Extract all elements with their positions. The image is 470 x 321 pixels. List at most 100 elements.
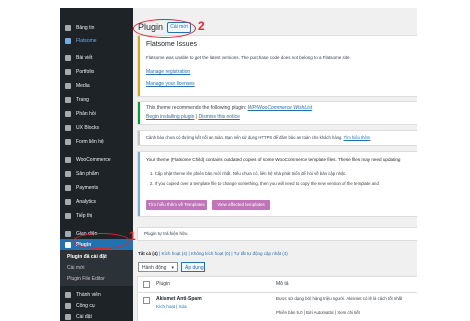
sidebar-item-ux-blocks[interactable]: UX Blocks bbox=[60, 122, 133, 133]
https-warning-notice: Cảnh báo chưa có đường kết nối an toàn. … bbox=[138, 131, 417, 145]
recommend-text: This theme recommends the following plug… bbox=[146, 105, 247, 111]
submenu-installed-plugins[interactable]: Plugin đã cài đặt bbox=[67, 254, 107, 260]
select-all-checkbox[interactable] bbox=[143, 281, 150, 288]
row-checkbox[interactable] bbox=[143, 297, 150, 304]
notice-title: Flatsome Issues bbox=[146, 41, 197, 48]
plugin-submenu: Plugin đã cài đặt Cài mới Plugin File Ed… bbox=[60, 250, 133, 286]
header-divider bbox=[138, 292, 417, 293]
sidebar-item-label: Media bbox=[76, 82, 90, 89]
sidebar-item-woocommerce[interactable]: WooCommerce bbox=[60, 154, 133, 165]
sidebar-item-label: Trang bbox=[76, 96, 89, 103]
sidebar-item-label: Bảng tin bbox=[76, 24, 95, 31]
plugin-description: Được sử dụng bởi hàng triệu người. Akism… bbox=[276, 296, 403, 301]
sidebar-item-products[interactable]: Sản phẩm bbox=[60, 168, 133, 179]
sidebar-item-marketing[interactable]: Tiếp thị bbox=[60, 210, 133, 221]
sidebar-item-label: Tiếp thị bbox=[76, 212, 93, 219]
sidebar-item-portfolio[interactable]: Portfolio bbox=[60, 66, 133, 77]
recommended-plugin-link[interactable]: WP/WooCommerce WishList bbox=[248, 105, 312, 111]
products-icon bbox=[65, 170, 71, 177]
plugin-info-bar: Plugin tự trả hiện hữu bbox=[138, 228, 417, 240]
comments-icon bbox=[65, 110, 71, 117]
appearance-icon bbox=[65, 230, 71, 237]
plugin-icon bbox=[65, 241, 71, 248]
sidebar-item-label: Phản hồi bbox=[76, 110, 96, 117]
sidebar-item-label: WooCommerce bbox=[76, 156, 111, 163]
media-icon bbox=[65, 82, 71, 89]
sidebar-item-dashboard[interactable]: Bảng tin bbox=[60, 22, 133, 33]
main-content: Plugin Cài mới Flatsome Issues Flatsome … bbox=[133, 8, 417, 321]
column-header-plugin: Plugin bbox=[156, 281, 170, 287]
outdated-templates-notice: Your theme (Flatsome Child) contains out… bbox=[138, 152, 417, 216]
annotation-number-1: 1 bbox=[129, 229, 136, 243]
sidebar-item-label: Portfolio bbox=[76, 68, 95, 75]
sidebar-item-users[interactable]: Thành viên bbox=[60, 289, 133, 300]
sidebar-item-contact-form[interactable]: Form liên hệ bbox=[60, 136, 133, 147]
tools-icon bbox=[65, 302, 71, 309]
learn-templates-button[interactable]: Tìm hiểu thêm về Templates bbox=[146, 200, 207, 210]
sidebar-item-payments[interactable]: Payments bbox=[60, 182, 133, 193]
sidebar-item-label: Form liên hệ bbox=[76, 138, 104, 145]
column-header-description: Mô tả bbox=[276, 281, 289, 287]
recommend-plugin-notice: This theme recommends the following plug… bbox=[138, 102, 417, 124]
pages-icon bbox=[65, 96, 71, 103]
sidebar-item-media[interactable]: Media bbox=[60, 80, 133, 91]
submenu-plugin-file-editor[interactable]: Plugin File Editor bbox=[67, 276, 105, 282]
link-separator: | bbox=[195, 114, 198, 120]
blocks-icon bbox=[65, 124, 71, 131]
plugin-row-actions[interactable]: Kích hoạt | Xóa bbox=[156, 304, 187, 309]
analytics-icon bbox=[65, 198, 71, 205]
annotation-number-2: 2 bbox=[198, 19, 205, 33]
sidebar-item-label: Sản phẩm bbox=[76, 170, 99, 177]
users-icon bbox=[65, 291, 71, 298]
admin-sidebar: Bảng tin Flatsome Bài viết Portfolio Med… bbox=[60, 8, 133, 321]
sidebar-item-flatsome[interactable]: Flatsome bbox=[60, 35, 133, 46]
flatsome-icon bbox=[65, 37, 71, 44]
sidebar-item-pages[interactable]: Trang bbox=[60, 94, 133, 105]
plugins-table: Plugin Mô tả Akismet Anti-Spam Kích hoạt… bbox=[138, 277, 417, 321]
woocommerce-icon bbox=[65, 156, 71, 163]
plugin-name: Akismet Anti-Spam bbox=[156, 296, 202, 302]
sidebar-item-analytics[interactable]: Analytics bbox=[60, 196, 133, 207]
filter-inactive[interactable]: Không kích hoạt (0) bbox=[191, 251, 230, 256]
contact-form-icon bbox=[65, 138, 71, 145]
view-affected-templates-button[interactable]: View affected templates bbox=[212, 200, 270, 210]
apply-bulk-button[interactable]: Áp dụng bbox=[181, 262, 205, 272]
templates-step-2: 2. If you copied over a template file to… bbox=[150, 181, 379, 186]
notice-text: Flatsome was unable to get the latest ve… bbox=[146, 55, 351, 60]
begin-installing-link[interactable]: Begin installing plugin bbox=[146, 114, 194, 120]
bulk-action-select[interactable]: Hành động ▾ bbox=[138, 262, 178, 272]
sidebar-item-label: Flatsome bbox=[76, 37, 97, 44]
flatsome-issues-notice: Flatsome Issues Flatsome was unable to g… bbox=[138, 36, 417, 96]
sidebar-item-comments[interactable]: Phản hồi bbox=[60, 108, 133, 119]
sidebar-item-label: Payments bbox=[76, 184, 99, 191]
annotation-circle-add-new bbox=[133, 19, 196, 38]
filter-autoupdate[interactable]: Tự tắt tự động cập nhật (4) bbox=[234, 251, 288, 256]
dashboard-icon bbox=[65, 24, 71, 31]
dismiss-notice-link[interactable]: Dismiss this notice bbox=[198, 114, 239, 120]
wp-admin-window: Bảng tin Flatsome Bài viết Portfolio Med… bbox=[60, 8, 417, 321]
templates-step-1: 1. Cập nhật theme lên phiên bản mới nhất… bbox=[150, 171, 346, 176]
portfolio-icon bbox=[65, 68, 71, 75]
sidebar-item-label: Cài đặt bbox=[76, 313, 92, 320]
filter-all[interactable]: Tất cả (4) bbox=[138, 251, 158, 256]
apply-label: Áp dụng bbox=[185, 265, 204, 271]
plugin-info-text: Plugin tự trả hiện hữu bbox=[144, 231, 188, 236]
settings-icon bbox=[65, 313, 71, 320]
sidebar-item-label: Thành viên bbox=[76, 291, 101, 298]
https-warning-text: Cảnh báo chưa có đường kết nối an toàn. … bbox=[146, 135, 343, 140]
sidebar-item-label: UX Blocks bbox=[76, 124, 100, 131]
templates-notice-text: Your theme (Flatsome Child) contains out… bbox=[146, 157, 401, 162]
sidebar-item-tools[interactable]: Công cụ bbox=[60, 300, 133, 311]
sidebar-item-label: Bài viết bbox=[76, 54, 93, 61]
sidebar-item-settings[interactable]: Cài đặt bbox=[60, 311, 133, 321]
learn-more-link[interactable]: Tìm hiểu thêm bbox=[344, 135, 371, 140]
submenu-add-new[interactable]: Cài mới bbox=[67, 265, 84, 271]
sidebar-item-label: Công cụ bbox=[76, 302, 95, 309]
marketing-icon bbox=[65, 212, 71, 219]
plugin-meta: Phiên bản 5.0 | Bởi Automattic | Xem chi… bbox=[276, 310, 360, 315]
filter-active[interactable]: Kích hoạt (4) bbox=[161, 251, 187, 256]
chevron-down-icon: ▾ bbox=[171, 265, 174, 271]
manage-licenses-link[interactable]: Manage your licenses bbox=[146, 81, 195, 87]
manage-registration-link[interactable]: Manage registration bbox=[146, 69, 190, 75]
sidebar-item-posts[interactable]: Bài viết bbox=[60, 52, 133, 63]
